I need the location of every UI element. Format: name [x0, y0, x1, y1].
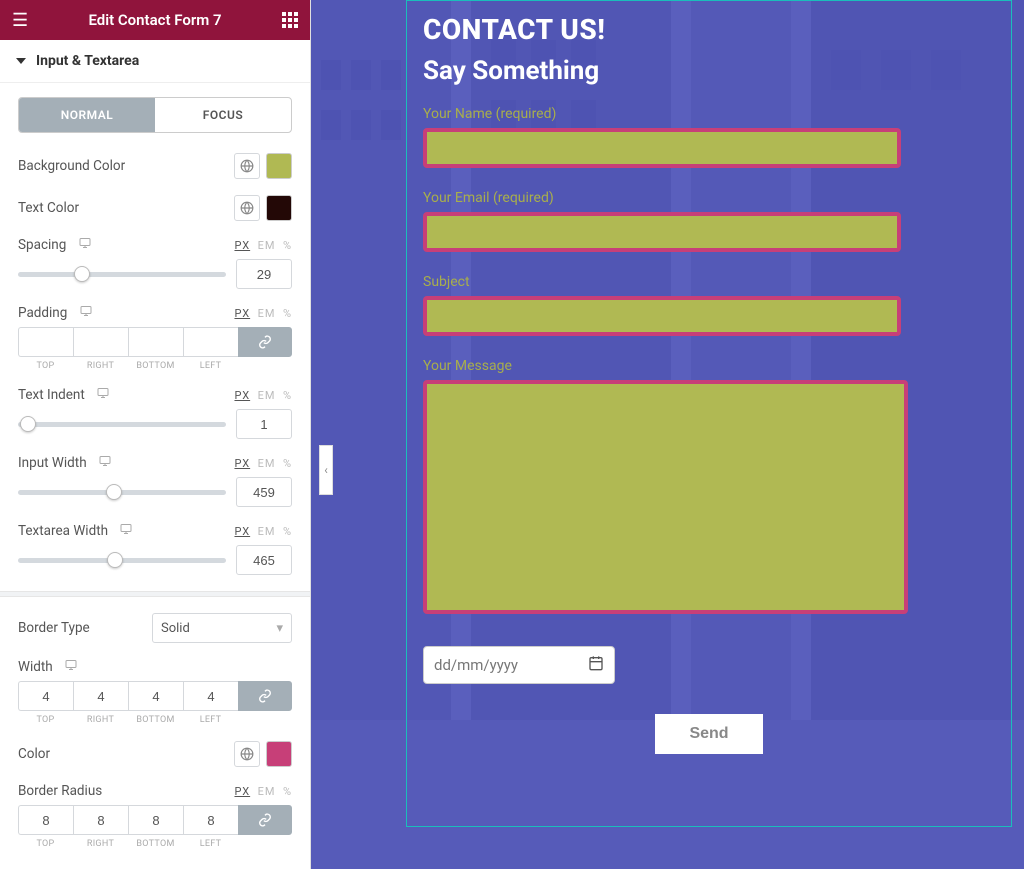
responsive-icon[interactable] — [98, 455, 112, 467]
border-radius-right-input[interactable] — [73, 805, 128, 835]
border-type-label: Border Type — [18, 620, 90, 636]
padding-top-input[interactable] — [18, 327, 73, 357]
textarea-width-slider[interactable] — [18, 558, 226, 563]
responsive-icon[interactable] — [119, 523, 133, 535]
input-width-label: Input Width — [18, 455, 112, 471]
padding-label: Padding — [18, 305, 93, 321]
tab-focus[interactable]: FOCUS — [155, 98, 291, 132]
controls-panel: NORMAL FOCUS Background Color Text Color — [0, 83, 310, 869]
responsive-icon[interactable] — [64, 659, 78, 671]
name-input[interactable] — [423, 128, 901, 168]
tab-normal[interactable]: NORMAL — [19, 98, 155, 132]
textarea-width-label: Textarea Width — [18, 523, 133, 539]
responsive-icon[interactable] — [96, 387, 110, 399]
contact-form: CONTACT US! Say Something Your Name (req… — [406, 0, 1012, 827]
menu-icon[interactable]: ☰ — [12, 10, 28, 31]
border-radius-top-input[interactable] — [18, 805, 73, 835]
border-width-right-input[interactable] — [73, 681, 128, 711]
global-color-button[interactable] — [234, 195, 260, 221]
unit-selector[interactable]: PX EM % — [234, 389, 292, 402]
email-input[interactable] — [423, 212, 901, 252]
message-label: Your Message — [423, 358, 995, 374]
text-color-swatch[interactable] — [266, 195, 292, 221]
text-indent-slider[interactable] — [18, 422, 226, 427]
background-color-label: Background Color — [18, 158, 125, 174]
responsive-icon[interactable] — [79, 305, 93, 317]
input-width-input[interactable] — [236, 477, 292, 507]
caret-down-icon — [16, 58, 26, 64]
border-type-select[interactable]: Solid ▾ — [152, 613, 292, 643]
unit-selector[interactable]: PX EM % — [234, 457, 292, 470]
form-title: CONTACT US! — [423, 13, 995, 46]
spacing-slider[interactable] — [18, 272, 226, 277]
global-color-button[interactable] — [234, 741, 260, 767]
padding-left-input[interactable] — [183, 327, 238, 357]
border-width-bottom-input[interactable] — [128, 681, 183, 711]
link-values-button[interactable] — [238, 327, 292, 357]
border-width-label: Width — [18, 659, 78, 675]
border-radius-label: Border Radius — [18, 783, 102, 799]
border-color-swatch[interactable] — [266, 741, 292, 767]
border-radius-left-input[interactable] — [183, 805, 238, 835]
unit-selector[interactable]: PX EM % — [234, 239, 292, 252]
apps-grid-icon[interactable] — [282, 12, 298, 28]
text-color-label: Text Color — [18, 200, 79, 216]
collapse-panel-button[interactable]: ‹ — [319, 445, 333, 495]
link-values-button[interactable] — [238, 805, 292, 835]
editor-sidebar: ☰ Edit Contact Form 7 Input & Textarea N… — [0, 0, 311, 869]
email-label: Your Email (required) — [423, 190, 995, 206]
unit-selector[interactable]: PX EM % — [234, 785, 292, 798]
calendar-icon — [588, 655, 604, 675]
border-color-label: Color — [18, 746, 50, 762]
date-input[interactable]: dd/mm/yyyy — [423, 646, 615, 684]
spacing-input[interactable] — [236, 259, 292, 289]
send-button[interactable]: Send — [655, 714, 763, 754]
spacing-label: Spacing — [18, 237, 92, 253]
text-indent-label: Text Indent — [18, 387, 110, 403]
preview-canvas: ‹ CONTACT US! Say Something Your Name (r… — [311, 0, 1024, 869]
responsive-icon[interactable] — [78, 237, 92, 249]
padding-right-input[interactable] — [73, 327, 128, 357]
border-radius-bottom-input[interactable] — [128, 805, 183, 835]
background-color-swatch[interactable] — [266, 153, 292, 179]
border-width-top-input[interactable] — [18, 681, 73, 711]
form-subtitle: Say Something — [423, 56, 995, 86]
sidebar-header: ☰ Edit Contact Form 7 — [0, 0, 310, 40]
chevron-down-icon: ▾ — [276, 621, 283, 636]
border-width-left-input[interactable] — [183, 681, 238, 711]
message-textarea[interactable] — [423, 380, 908, 614]
textarea-width-input[interactable] — [236, 545, 292, 575]
global-color-button[interactable] — [234, 153, 260, 179]
section-header[interactable]: Input & Textarea — [0, 40, 310, 83]
name-label: Your Name (required) — [423, 106, 995, 122]
padding-bottom-input[interactable] — [128, 327, 183, 357]
state-tabs: NORMAL FOCUS — [18, 97, 292, 133]
link-values-button[interactable] — [238, 681, 292, 711]
section-divider — [0, 591, 310, 597]
unit-selector[interactable]: PX EM % — [234, 307, 292, 320]
text-indent-input[interactable] — [236, 409, 292, 439]
input-width-slider[interactable] — [18, 490, 226, 495]
editor-title: Edit Contact Form 7 — [88, 11, 221, 29]
subject-label: Subject — [423, 274, 995, 290]
unit-selector[interactable]: PX EM % — [234, 525, 292, 538]
subject-input[interactable] — [423, 296, 901, 336]
section-title: Input & Textarea — [36, 53, 139, 69]
